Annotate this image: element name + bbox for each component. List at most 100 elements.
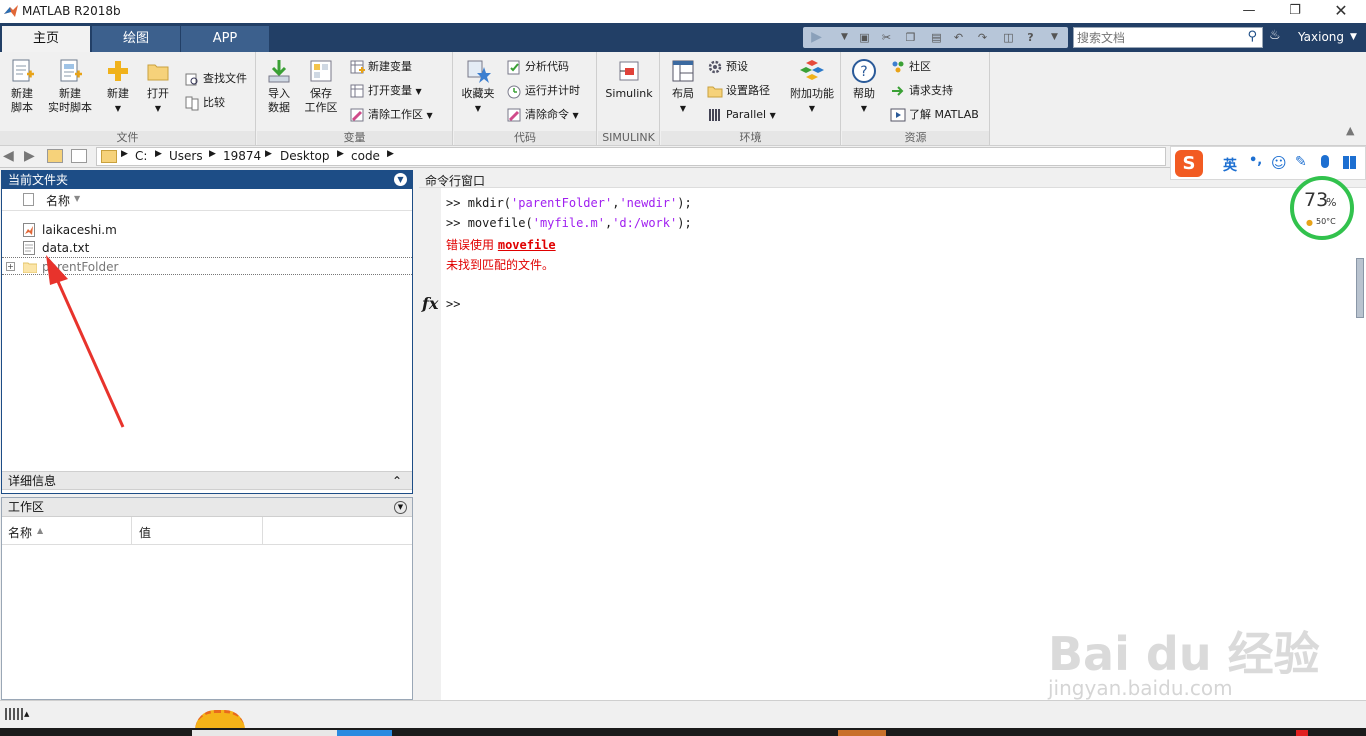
- breadcrumb-c[interactable]: C:: [135, 149, 147, 163]
- save-workspace-button[interactable]: 保存 工作区: [301, 56, 341, 128]
- forward-icon[interactable]: ▶: [24, 148, 35, 164]
- save-icon[interactable]: ▣: [856, 29, 873, 46]
- breadcrumb-desktop[interactable]: Desktop: [280, 149, 330, 163]
- new-variable-button[interactable]: 新建变量: [349, 56, 412, 78]
- breadcrumb-code[interactable]: code: [351, 149, 380, 163]
- undo-icon[interactable]: ↶: [950, 29, 967, 46]
- redo-icon[interactable]: ↷: [974, 29, 991, 46]
- function-browser-icon[interactable]: fx: [422, 294, 438, 313]
- user-account-menu[interactable]: Yaxiong: [1298, 30, 1344, 44]
- clear-commands-icon: [507, 108, 521, 122]
- chevron-right-icon: ▶: [155, 149, 162, 159]
- error-line-2: 未找到匹配的文件。: [446, 258, 555, 272]
- path-field[interactable]: ▶ C: ▶ Users ▶ 19874 ▶ Desktop ▶ code ▶: [96, 147, 1166, 166]
- favorites-button[interactable]: 收藏夹 ▼: [458, 56, 498, 128]
- help-button[interactable]: ? 帮助 ▼: [846, 56, 882, 128]
- sort-icon[interactable]: ▼: [74, 194, 80, 203]
- breadcrumb-19874[interactable]: 19874: [223, 149, 261, 163]
- tab-apps[interactable]: APP: [181, 26, 269, 52]
- cut-icon[interactable]: ✂: [878, 29, 895, 46]
- clear-workspace-button[interactable]: 清除工作区 ▼: [349, 104, 433, 126]
- compare-icon: [185, 96, 199, 111]
- taskbar-item[interactable]: [337, 730, 392, 736]
- simulink-button[interactable]: Simulink: [602, 56, 656, 128]
- community-button[interactable]: 社区: [890, 56, 931, 78]
- ribbon-group-file: 新建 脚本 新建 实时脚本 新建 ▼ 打开 ▼ 查找文件 比较 文件: [0, 52, 256, 146]
- chevron-down-icon[interactable]: ▼: [836, 29, 853, 46]
- details-header[interactable]: 详细信息 ⌃: [2, 471, 412, 490]
- error-function-link[interactable]: movefile: [498, 238, 556, 252]
- notification-bell-icon[interactable]: ♨: [1269, 28, 1281, 43]
- current-folder-header: 当前文件夹 ▼: [2, 171, 412, 189]
- emoji-icon[interactable]: ☺: [1271, 154, 1287, 172]
- paste-icon[interactable]: ▤: [928, 29, 945, 46]
- scrollbar-thumb[interactable]: [1356, 258, 1364, 318]
- analyze-code-button[interactable]: 分析代码: [506, 56, 569, 78]
- ribbon-group-resources: ? 帮助 ▼ 社区 请求支持 了解 MATLAB 资源: [842, 52, 990, 146]
- ime-language-toggle[interactable]: 英: [1223, 155, 1237, 175]
- folder-open-icon: [147, 64, 169, 81]
- new-script-button[interactable]: 新建 脚本: [4, 56, 40, 128]
- new-live-script-button[interactable]: 新建 实时脚本: [46, 56, 94, 128]
- panel-actions-icon[interactable]: ▼: [394, 173, 407, 186]
- open-variable-button[interactable]: 打开变量 ▼: [349, 80, 422, 102]
- status-grip-icon[interactable]: [5, 708, 25, 720]
- parallel-button[interactable]: Parallel ▼: [707, 104, 776, 126]
- set-path-button[interactable]: 设置路径: [707, 80, 770, 102]
- taskbar-notification[interactable]: [1296, 730, 1308, 736]
- search-icon[interactable]: ⚲: [1247, 29, 1257, 44]
- up-folder-icon[interactable]: [47, 149, 63, 163]
- list-item[interactable]: laikaceshi.m: [2, 221, 412, 239]
- breadcrumb-users[interactable]: Users: [169, 149, 203, 163]
- column-name[interactable]: 名称: [46, 192, 70, 209]
- microphone-icon[interactable]: [1321, 155, 1329, 168]
- learn-matlab-button[interactable]: 了解 MATLAB: [890, 104, 979, 126]
- collapse-ribbon-icon[interactable]: ▲: [1346, 124, 1354, 137]
- preferences-button[interactable]: 预设: [707, 56, 748, 78]
- add-ons-button[interactable]: 附加功能 ▼: [787, 56, 837, 128]
- run-icon[interactable]: ▶: [808, 29, 825, 46]
- tab-plots[interactable]: 绘图: [92, 26, 180, 52]
- open-button[interactable]: 打开 ▼: [140, 56, 176, 128]
- run-and-time-button[interactable]: 运行并计时: [506, 80, 580, 102]
- browse-folder-icon[interactable]: [71, 149, 87, 163]
- expand-icon[interactable]: +: [6, 262, 15, 271]
- save-workspace-icon: [310, 60, 332, 82]
- column-name[interactable]: 名称: [8, 524, 32, 541]
- ime-punctuation-toggle[interactable]: •,: [1249, 153, 1262, 168]
- copy-icon[interactable]: ❐: [902, 29, 919, 46]
- help-icon[interactable]: ?: [1022, 29, 1039, 46]
- sort-up-icon[interactable]: ▲: [37, 526, 43, 535]
- restore-button[interactable]: ❐: [1272, 0, 1318, 23]
- request-support-button[interactable]: 请求支持: [890, 80, 953, 102]
- red-arrow-annotation: [46, 255, 125, 428]
- column-value[interactable]: 值: [139, 524, 151, 541]
- import-data-button[interactable]: 导入 数据: [261, 56, 297, 128]
- pen-icon[interactable]: ✎: [1295, 154, 1307, 170]
- find-files-button[interactable]: 查找文件: [184, 68, 247, 90]
- command-prompt[interactable]: >>: [446, 297, 460, 311]
- back-icon[interactable]: ◀: [3, 148, 14, 164]
- minimize-button[interactable]: —: [1226, 0, 1272, 23]
- chevron-down-icon[interactable]: ▼: [1046, 29, 1063, 46]
- panel-actions-icon[interactable]: ▼: [394, 501, 407, 514]
- clear-commands-button[interactable]: 清除命令 ▼: [506, 104, 579, 126]
- chevron-up-icon[interactable]: ⌃: [392, 472, 402, 491]
- compare-button[interactable]: 比较: [184, 92, 225, 114]
- grid-menu-icon[interactable]: [1343, 156, 1356, 169]
- taskbar-item[interactable]: [838, 730, 886, 736]
- new-button[interactable]: 新建 ▼: [100, 56, 136, 128]
- layout-button[interactable]: 布局 ▼: [665, 56, 701, 128]
- chevron-up-icon[interactable]: ▲: [24, 710, 29, 718]
- performance-monitor-widget[interactable]: 73 % ● 50°C: [1290, 176, 1354, 240]
- parallel-icon: [709, 109, 720, 121]
- switch-windows-icon[interactable]: ◫: [1000, 29, 1017, 46]
- taskbar-item[interactable]: [192, 730, 337, 736]
- close-button[interactable]: ✕: [1318, 0, 1364, 23]
- tab-home[interactable]: 主页: [2, 26, 90, 52]
- chevron-right-icon: ▶: [337, 149, 344, 159]
- search-input[interactable]: [1074, 28, 1239, 47]
- sogou-logo-icon[interactable]: S: [1175, 150, 1203, 177]
- chevron-down-icon[interactable]: ▼: [1350, 32, 1357, 42]
- column-header[interactable]: 名称 ▼: [2, 189, 412, 211]
